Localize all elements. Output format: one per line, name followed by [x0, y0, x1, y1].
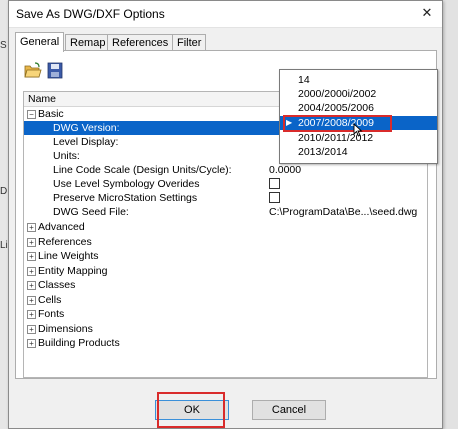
background-letter: S: [0, 40, 7, 51]
background-letter: Li: [0, 240, 8, 251]
group-building-products[interactable]: + Building Products: [24, 336, 427, 350]
group-dimensions[interactable]: + Dimensions: [24, 322, 427, 336]
seed-file-value[interactable]: C:\ProgramData\Be...\seed.dwg: [269, 205, 417, 219]
group-references[interactable]: + References: [24, 235, 427, 249]
tab-references[interactable]: References: [107, 34, 174, 51]
group-label: Line Weights: [38, 250, 99, 262]
preserve-settings-checkbox[interactable]: [269, 192, 280, 203]
tab-filter[interactable]: Filter: [172, 34, 207, 51]
expand-icon[interactable]: +: [27, 252, 36, 261]
group-advanced[interactable]: + Advanced: [24, 220, 427, 234]
open-folder-icon[interactable]: [24, 62, 42, 79]
close-button[interactable]: ✕: [414, 3, 440, 23]
group-label: Cells: [38, 294, 62, 306]
group-label: Basic: [38, 108, 64, 120]
expand-icon[interactable]: +: [27, 296, 36, 305]
cancel-button[interactable]: Cancel: [252, 400, 326, 420]
selected-option-highlight-box: [283, 115, 392, 132]
group-label: Advanced: [38, 221, 85, 233]
setting-label: DWG Seed File:: [53, 206, 129, 218]
mouse-cursor-icon: [353, 122, 363, 140]
setting-label: Level Display:: [53, 136, 119, 148]
background-letter: D: [0, 186, 8, 197]
setting-label: Preserve MicroStation Settings: [53, 192, 198, 204]
collapse-icon[interactable]: −: [27, 110, 36, 119]
dropdown-option[interactable]: 14: [280, 73, 437, 87]
group-cells[interactable]: + Cells: [24, 293, 427, 307]
expand-icon[interactable]: +: [27, 238, 36, 247]
group-line-weights[interactable]: + Line Weights: [24, 249, 427, 263]
setting-row-preserve-settings[interactable]: Preserve MicroStation Settings: [24, 191, 427, 205]
expand-icon[interactable]: +: [27, 325, 36, 334]
line-code-scale-value[interactable]: 0.0000: [269, 163, 301, 177]
setting-row-dwg-seed-file[interactable]: DWG Seed File: C:\ProgramData\Be...\seed…: [24, 205, 427, 219]
dialog-title: Save As DWG/DXF Options: [16, 7, 165, 21]
group-label: References: [38, 236, 92, 248]
name-column-header: Name: [28, 93, 57, 105]
group-label: Classes: [38, 279, 76, 291]
expand-icon[interactable]: +: [27, 310, 36, 319]
dwg-version-dropdown-list[interactable]: 14 2000/2000i/2002 2004/2005/2006 ▶ 2007…: [279, 69, 438, 164]
dropdown-option[interactable]: 2013/2014: [280, 145, 437, 159]
dropdown-option[interactable]: 2000/2000i/2002: [280, 87, 437, 101]
use-level-symbology-checkbox[interactable]: [269, 178, 280, 189]
save-disk-icon[interactable]: [46, 62, 64, 79]
tab-remap[interactable]: Remap: [65, 34, 111, 51]
setting-label: Use Level Symbology Overides: [53, 178, 200, 190]
dropdown-option[interactable]: 2004/2005/2006: [280, 101, 437, 115]
save-as-dwg-dxf-options-dialog: Save As DWG/DXF Options ✕ General Remap …: [8, 0, 443, 429]
setting-label: DWG Version:: [53, 122, 120, 134]
expand-icon[interactable]: +: [27, 267, 36, 276]
setting-row-use-level-symbology[interactable]: Use Level Symbology Overides: [24, 177, 427, 191]
tab-general[interactable]: General: [15, 32, 65, 52]
setting-row-line-code-scale[interactable]: Line Code Scale (Design Units/Cycle): 0.…: [24, 163, 427, 177]
group-label: Entity Mapping: [38, 265, 108, 277]
expand-icon[interactable]: +: [27, 223, 36, 232]
setting-label: Units:: [53, 150, 80, 162]
ok-highlight-box: [157, 392, 225, 428]
group-fonts[interactable]: + Fonts: [24, 307, 427, 321]
title-bar[interactable]: Save As DWG/DXF Options ✕: [9, 1, 442, 28]
expand-icon[interactable]: +: [27, 281, 36, 290]
setting-label: Line Code Scale (Design Units/Cycle):: [53, 164, 232, 176]
group-label: Building Products: [38, 337, 120, 349]
group-label: Fonts: [38, 308, 65, 320]
group-entity-mapping[interactable]: + Entity Mapping: [24, 264, 427, 278]
expand-icon[interactable]: +: [27, 339, 36, 348]
group-classes[interactable]: + Classes: [24, 278, 427, 292]
group-label: Dimensions: [38, 323, 93, 335]
